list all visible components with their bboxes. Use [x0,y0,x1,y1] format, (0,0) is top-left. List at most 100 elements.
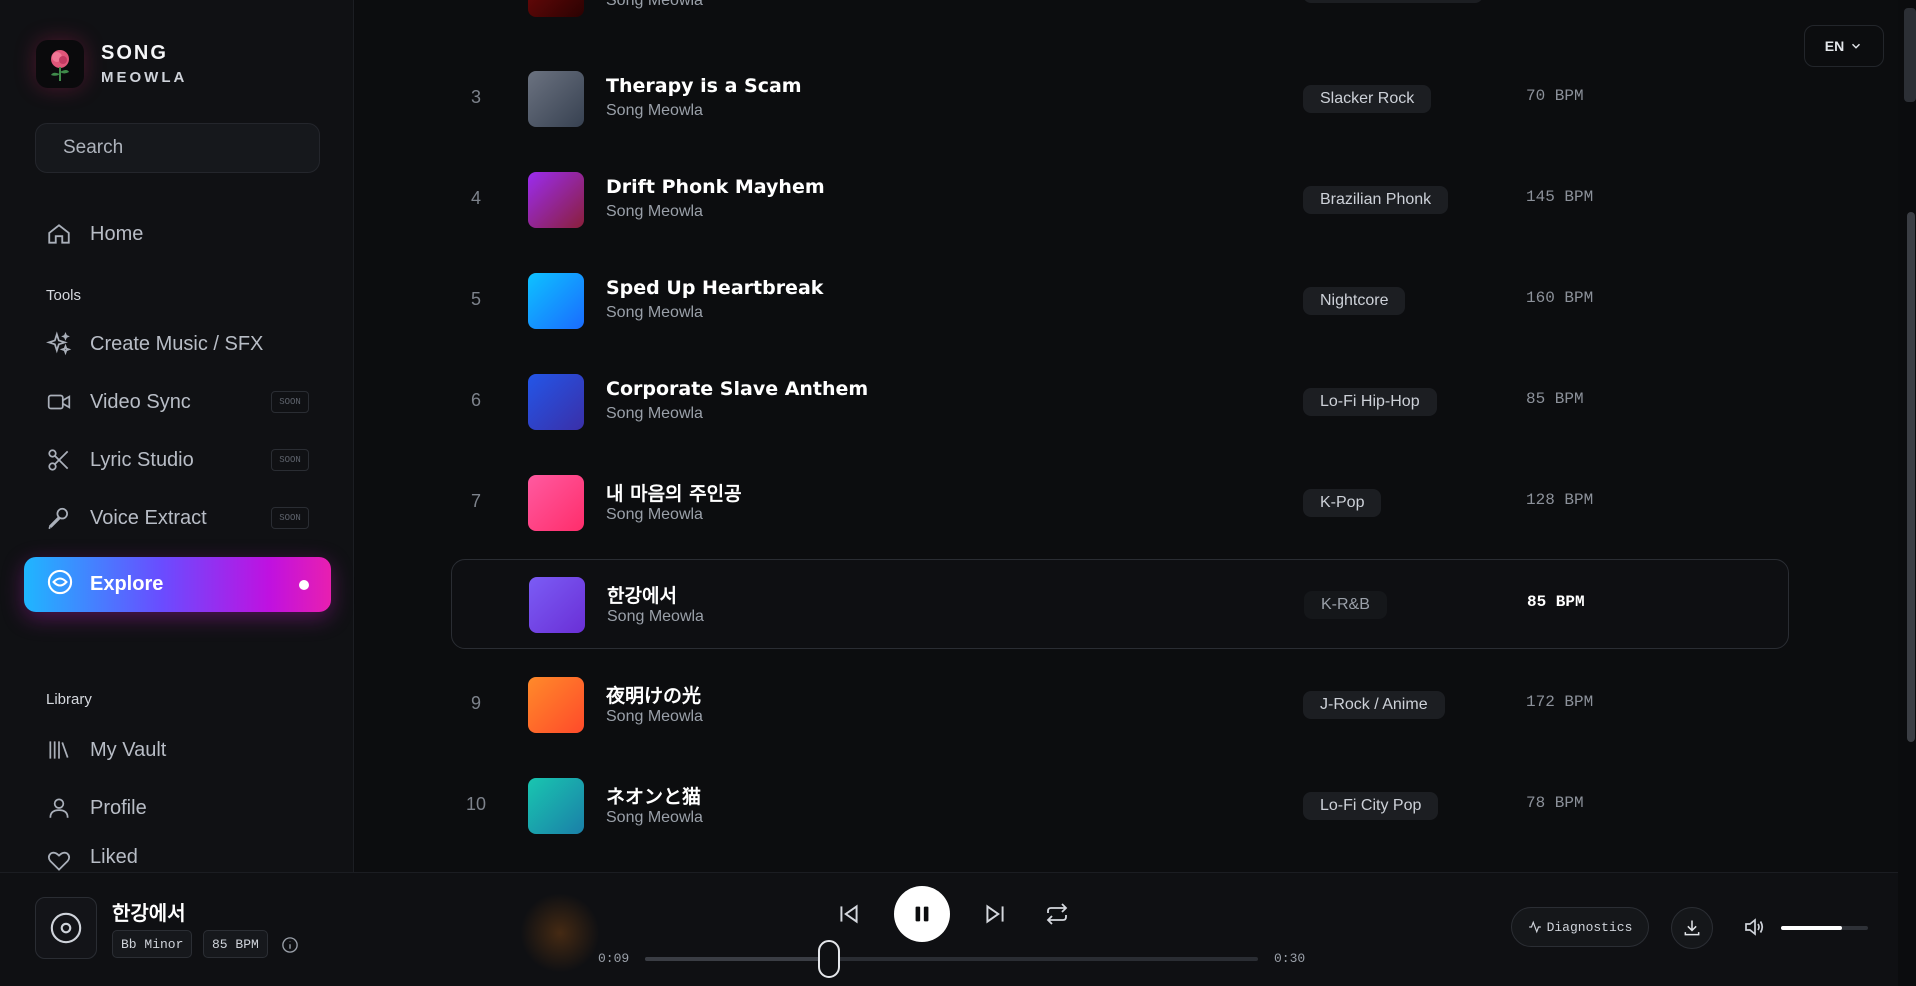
scissors-icon [44,445,74,475]
track-title: Sped Up Heartbreak [606,277,824,299]
album-art [529,577,585,633]
nav-lyric-studio[interactable]: Lyric Studio [44,440,194,480]
video-camera-icon [44,387,74,417]
genre-tag[interactable]: Lo-Fi Hip-Hop [1303,388,1437,416]
track-row[interactable]: 6 Corporate Slave Anthem Song Meowla Lo-… [451,357,1789,447]
track-row[interactable]: 7 내 마음의 주인공 Song Meowla K-Pop 128 BPM [451,458,1789,548]
track-list: Song Meowla 3 Therapy is a Scam Song Meo… [355,0,1898,872]
diagnostics-button[interactable]: Diagnostics [1511,907,1649,947]
track-bpm: 85 BPM [1526,390,1584,408]
album-art [528,374,584,430]
nav-explore-label: Explore [90,573,164,595]
nav-voice-extract[interactable]: Voice Extract [44,498,207,538]
nav-create-label: Create Music / SFX [90,332,264,355]
brand-line-2: MEOWLA [101,69,188,86]
track-number: 7 [470,491,481,511]
genre-tag[interactable]: J-Rock / Anime [1303,691,1445,719]
track-number: 4 [470,188,481,208]
track-number: 9 [470,693,481,713]
track-row[interactable]: 9 夜明けの光 Song Meowla J-Rock / Anime 172 B… [451,660,1789,750]
track-bpm: 172 BPM [1526,693,1594,711]
microphone-icon [44,503,74,533]
pause-button[interactable] [894,886,950,942]
nav-lyric-label: Lyric Studio [90,448,194,471]
track-bpm: 78 BPM [1526,794,1584,812]
bpm-badge: 85 BPM [203,930,268,958]
volume-slider[interactable] [1781,926,1868,930]
track-bpm: 160 BPM [1526,289,1594,307]
download-icon [1684,920,1700,936]
key-badge: Bb Minor [112,930,193,958]
scrollbar-top-thumb[interactable] [1904,8,1916,102]
nav-video-label: Video Sync [90,390,191,413]
genre-tag[interactable]: K-R&B [1304,591,1387,619]
next-button[interactable] [980,899,1010,929]
heart-icon [44,846,74,872]
track-bpm: 70 BPM [1526,87,1584,105]
genre-tag[interactable]: K-Pop [1303,489,1382,517]
track-number: 5 [470,289,481,309]
ambient-glow [520,893,600,973]
nav-explore[interactable]: Explore [24,557,331,612]
previous-button[interactable] [834,899,864,929]
track-artist: Song Meowla [607,608,704,625]
track-artist: Song Meowla [606,405,703,422]
speaker-icon [1745,918,1764,936]
brand-name: SONG MEOWLA [101,42,187,86]
track-title: 내 마음의 주인공 [606,483,742,505]
progress-bar[interactable] [645,940,1258,978]
track-number: 3 [470,87,481,107]
track-number: 6 [470,390,481,410]
genre-tag[interactable]: Brazilian Phonk [1303,186,1449,214]
nav-home[interactable]: Home [44,214,143,254]
now-playing-art[interactable] [35,897,97,959]
track-bpm: 128 BPM [1526,491,1594,509]
nav-create-music[interactable]: Create Music / SFX [44,324,263,364]
album-art [528,0,584,17]
skip-forward-icon [986,904,1004,924]
nav-video-sync[interactable]: Video Sync [44,382,191,422]
track-row[interactable]: 3 Therapy is a Scam Song Meowla Slacker … [451,54,1789,144]
user-icon [44,793,74,823]
current-time: 0:09 [598,951,630,966]
progress-thumb[interactable] [817,940,840,978]
chevron-down-icon [1852,43,1861,49]
disc-icon [50,912,82,944]
search-input[interactable]: Search [35,123,320,173]
genre-tag[interactable]: Lo-Fi City Pop [1303,792,1439,820]
sidebar: SONG MEOWLA Search Home Tools Create Mus… [0,0,354,872]
soon-badge-voice: SOON [271,507,309,529]
nav-vault-label: My Vault [90,738,167,761]
info-button[interactable] [280,935,300,955]
scrollbar-thumb[interactable] [1907,212,1915,742]
album-art [528,475,584,531]
repeat-button[interactable] [1042,899,1072,929]
nav-voice-label: Voice Extract [90,506,207,529]
track-row[interactable]: 10 ネオンと猫 Song Meowla Lo-Fi City Pop 78 B… [451,761,1789,851]
genre-tag[interactable]: Nightcore [1303,287,1406,315]
track-bpm: 145 BPM [1526,188,1594,206]
total-time: 0:30 [1274,951,1306,966]
library-icon [44,735,74,765]
pause-icon [915,906,929,922]
nav-my-vault[interactable]: My Vault [44,730,166,770]
nav-profile[interactable]: Profile [44,788,147,828]
track-artist: Song Meowla [606,304,703,321]
volume-button[interactable] [1740,913,1768,941]
album-art [528,778,584,834]
soon-badge-lyric: SOON [271,449,309,471]
nav-liked[interactable]: Liked [44,846,138,872]
soon-badge-video: SOON [271,391,309,413]
volume-fill [1781,926,1842,930]
track-row[interactable]: 4 Drift Phonk Mayhem Song Meowla Brazili… [451,155,1789,245]
album-art [528,172,584,228]
track-row[interactable]: Song Meowla [451,0,1789,34]
download-button[interactable] [1671,907,1713,949]
track-artist: Song Meowla [606,809,703,826]
home-icon [44,219,74,249]
rose-logo[interactable] [36,40,84,88]
genre-tag[interactable]: Slacker Rock [1303,85,1432,113]
track-row[interactable]: 5 Sped Up Heartbreak Song Meowla Nightco… [451,256,1789,346]
language-selector[interactable]: EN [1804,25,1884,67]
track-row-playing[interactable]: 한강에서 Song Meowla K-R&B 85 BPM [451,559,1789,649]
